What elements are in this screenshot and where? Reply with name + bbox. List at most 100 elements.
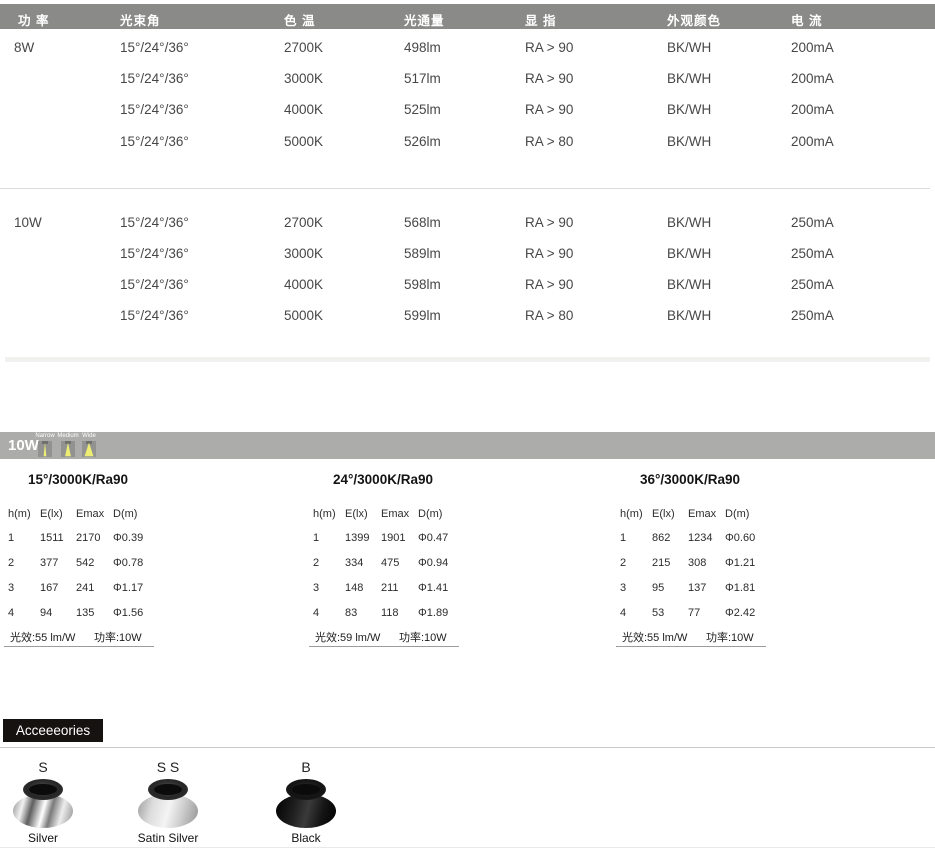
height-cell: 3 <box>8 582 14 594</box>
narrow-beam-icon <box>38 441 52 457</box>
medium-beam-icon <box>61 441 75 457</box>
diameter-cell: Φ0.60 <box>725 532 755 544</box>
color-cell: BK/WH <box>667 308 711 323</box>
flux-cell: 517lm <box>404 71 441 86</box>
accessory-name: Silver <box>0 831 103 845</box>
current-cell: 200mA <box>791 134 834 149</box>
header-lux: E(lx) <box>652 508 675 520</box>
cct-cell: 2700K <box>284 215 323 230</box>
beam-label: Medium <box>57 433 79 440</box>
photometric-header-row: h(m) E(lx) Emax D(m) <box>620 508 780 522</box>
photometric-table-15deg: 15°/3000K/Ra90 h(m) E(lx) Emax D(m) 1 15… <box>8 470 183 655</box>
cri-cell: RA > 90 <box>525 71 573 86</box>
power-cell: 10W <box>14 215 42 230</box>
lux-cell: 95 <box>652 582 664 594</box>
accessory-name: Black <box>246 831 366 845</box>
power-note: 功率:10W <box>399 629 447 645</box>
lux-cell: 1399 <box>345 532 369 544</box>
color-cell: BK/WH <box>667 277 711 292</box>
cct-cell: 5000K <box>284 134 323 149</box>
beam-angle-cell: 15°/24°/36° <box>120 246 189 261</box>
flux-cell: 598lm <box>404 277 441 292</box>
spec-row: 15°/24°/36° 3000K 589lm RA > 90 BK/WH 25… <box>0 246 935 264</box>
cri-cell: RA > 90 <box>525 215 573 230</box>
emax-cell: 241 <box>76 582 94 594</box>
col-header-current: 电 流 <box>791 10 822 29</box>
accessory-code: S <box>0 757 103 777</box>
header-diameter: D(m) <box>725 508 749 520</box>
beam-option-narrow: Narrow <box>34 433 56 457</box>
beam-angle-cell: 15°/24°/36° <box>120 71 189 86</box>
beam-label: Wide <box>78 433 100 440</box>
datasheet-page: 功 率 光束角 色 温 光通量 显 指 外观颜色 电 流 8W 15°/24°/… <box>0 0 935 857</box>
color-cell: BK/WH <box>667 134 711 149</box>
diameter-cell: Φ1.21 <box>725 557 755 569</box>
power-cell: 8W <box>14 40 34 55</box>
accessory-item-silver: S Silver <box>0 757 103 845</box>
flux-cell: 498lm <box>404 40 441 55</box>
beam-option-medium: Medium <box>57 433 79 457</box>
photometric-table-title: 36°/3000K/Ra90 <box>640 472 740 487</box>
cri-cell: RA > 90 <box>525 277 573 292</box>
diameter-cell: Φ1.89 <box>418 607 448 619</box>
cct-cell: 3000K <box>284 246 323 261</box>
table-underline <box>309 646 459 647</box>
emax-cell: 542 <box>76 557 94 569</box>
emax-cell: 1234 <box>688 532 712 544</box>
flux-cell: 525lm <box>404 102 441 117</box>
emax-cell: 118 <box>381 607 399 619</box>
ring-hole <box>154 784 182 795</box>
diameter-cell: Φ0.78 <box>113 557 143 569</box>
header-height: h(m) <box>313 508 336 520</box>
current-cell: 250mA <box>791 215 834 230</box>
photometric-row: 4 83 118 Φ1.89 <box>313 607 473 621</box>
table-underline <box>616 646 766 647</box>
photometric-header-row: h(m) E(lx) Emax D(m) <box>8 508 168 522</box>
header-height: h(m) <box>620 508 643 520</box>
photometric-table-title: 15°/3000K/Ra90 <box>28 472 128 487</box>
height-cell: 4 <box>313 607 319 619</box>
photometric-header-row: h(m) E(lx) Emax D(m) <box>313 508 473 522</box>
photometric-row: 1 1399 1901 Φ0.47 <box>313 532 473 546</box>
beam-angle-cell: 15°/24°/36° <box>120 102 189 117</box>
col-header-cct: 色 温 <box>284 10 315 29</box>
diameter-cell: Φ0.39 <box>113 532 143 544</box>
cct-cell: 4000K <box>284 102 323 117</box>
photometric-row: 2 215 308 Φ1.21 <box>620 557 780 571</box>
col-header-flux: 光通量 <box>404 10 445 29</box>
header-height: h(m) <box>8 508 31 520</box>
beam-angle-cell: 15°/24°/36° <box>120 277 189 292</box>
emax-cell: 137 <box>688 582 706 594</box>
height-cell: 1 <box>620 532 626 544</box>
spec-row: 15°/24°/36° 5000K 599lm RA > 80 BK/WH 25… <box>0 308 935 326</box>
col-header-power: 功 率 <box>18 10 49 29</box>
emax-cell: 135 <box>76 607 94 619</box>
col-header-color: 外观颜色 <box>667 10 721 29</box>
group-divider <box>0 188 930 189</box>
photometric-row: 1 1511 2170 Φ0.39 <box>8 532 168 546</box>
emax-cell: 211 <box>381 582 399 594</box>
photometric-table-36deg: 36°/3000K/Ra90 h(m) E(lx) Emax D(m) 1 86… <box>620 470 795 655</box>
photometric-row: 2 334 475 Φ0.94 <box>313 557 473 571</box>
cri-cell: RA > 90 <box>525 102 573 117</box>
cri-cell: RA > 80 <box>525 134 573 149</box>
current-cell: 200mA <box>791 102 834 117</box>
lux-cell: 377 <box>40 557 58 569</box>
cct-cell: 3000K <box>284 71 323 86</box>
spec-row: 15°/24°/36° 5000K 526lm RA > 80 BK/WH 20… <box>0 134 935 152</box>
accessory-code: S S <box>108 757 228 777</box>
col-header-cri: 显 指 <box>525 10 556 29</box>
cct-cell: 2700K <box>284 40 323 55</box>
beam-angle-cell: 15°/24°/36° <box>120 40 189 55</box>
silver-trim-ring-image <box>12 779 74 829</box>
height-cell: 3 <box>620 582 626 594</box>
cri-cell: RA > 90 <box>525 246 573 261</box>
current-cell: 250mA <box>791 246 834 261</box>
height-cell: 2 <box>8 557 14 569</box>
accessory-name: Satin Silver <box>108 831 228 845</box>
photometric-row: 3 95 137 Φ1.81 <box>620 582 780 596</box>
spec-row: 15°/24°/36° 3000K 517lm RA > 90 BK/WH 20… <box>0 71 935 89</box>
beam-angle-cell: 15°/24°/36° <box>120 215 189 230</box>
photometric-row: 1 862 1234 Φ0.60 <box>620 532 780 546</box>
current-cell: 200mA <box>791 40 834 55</box>
